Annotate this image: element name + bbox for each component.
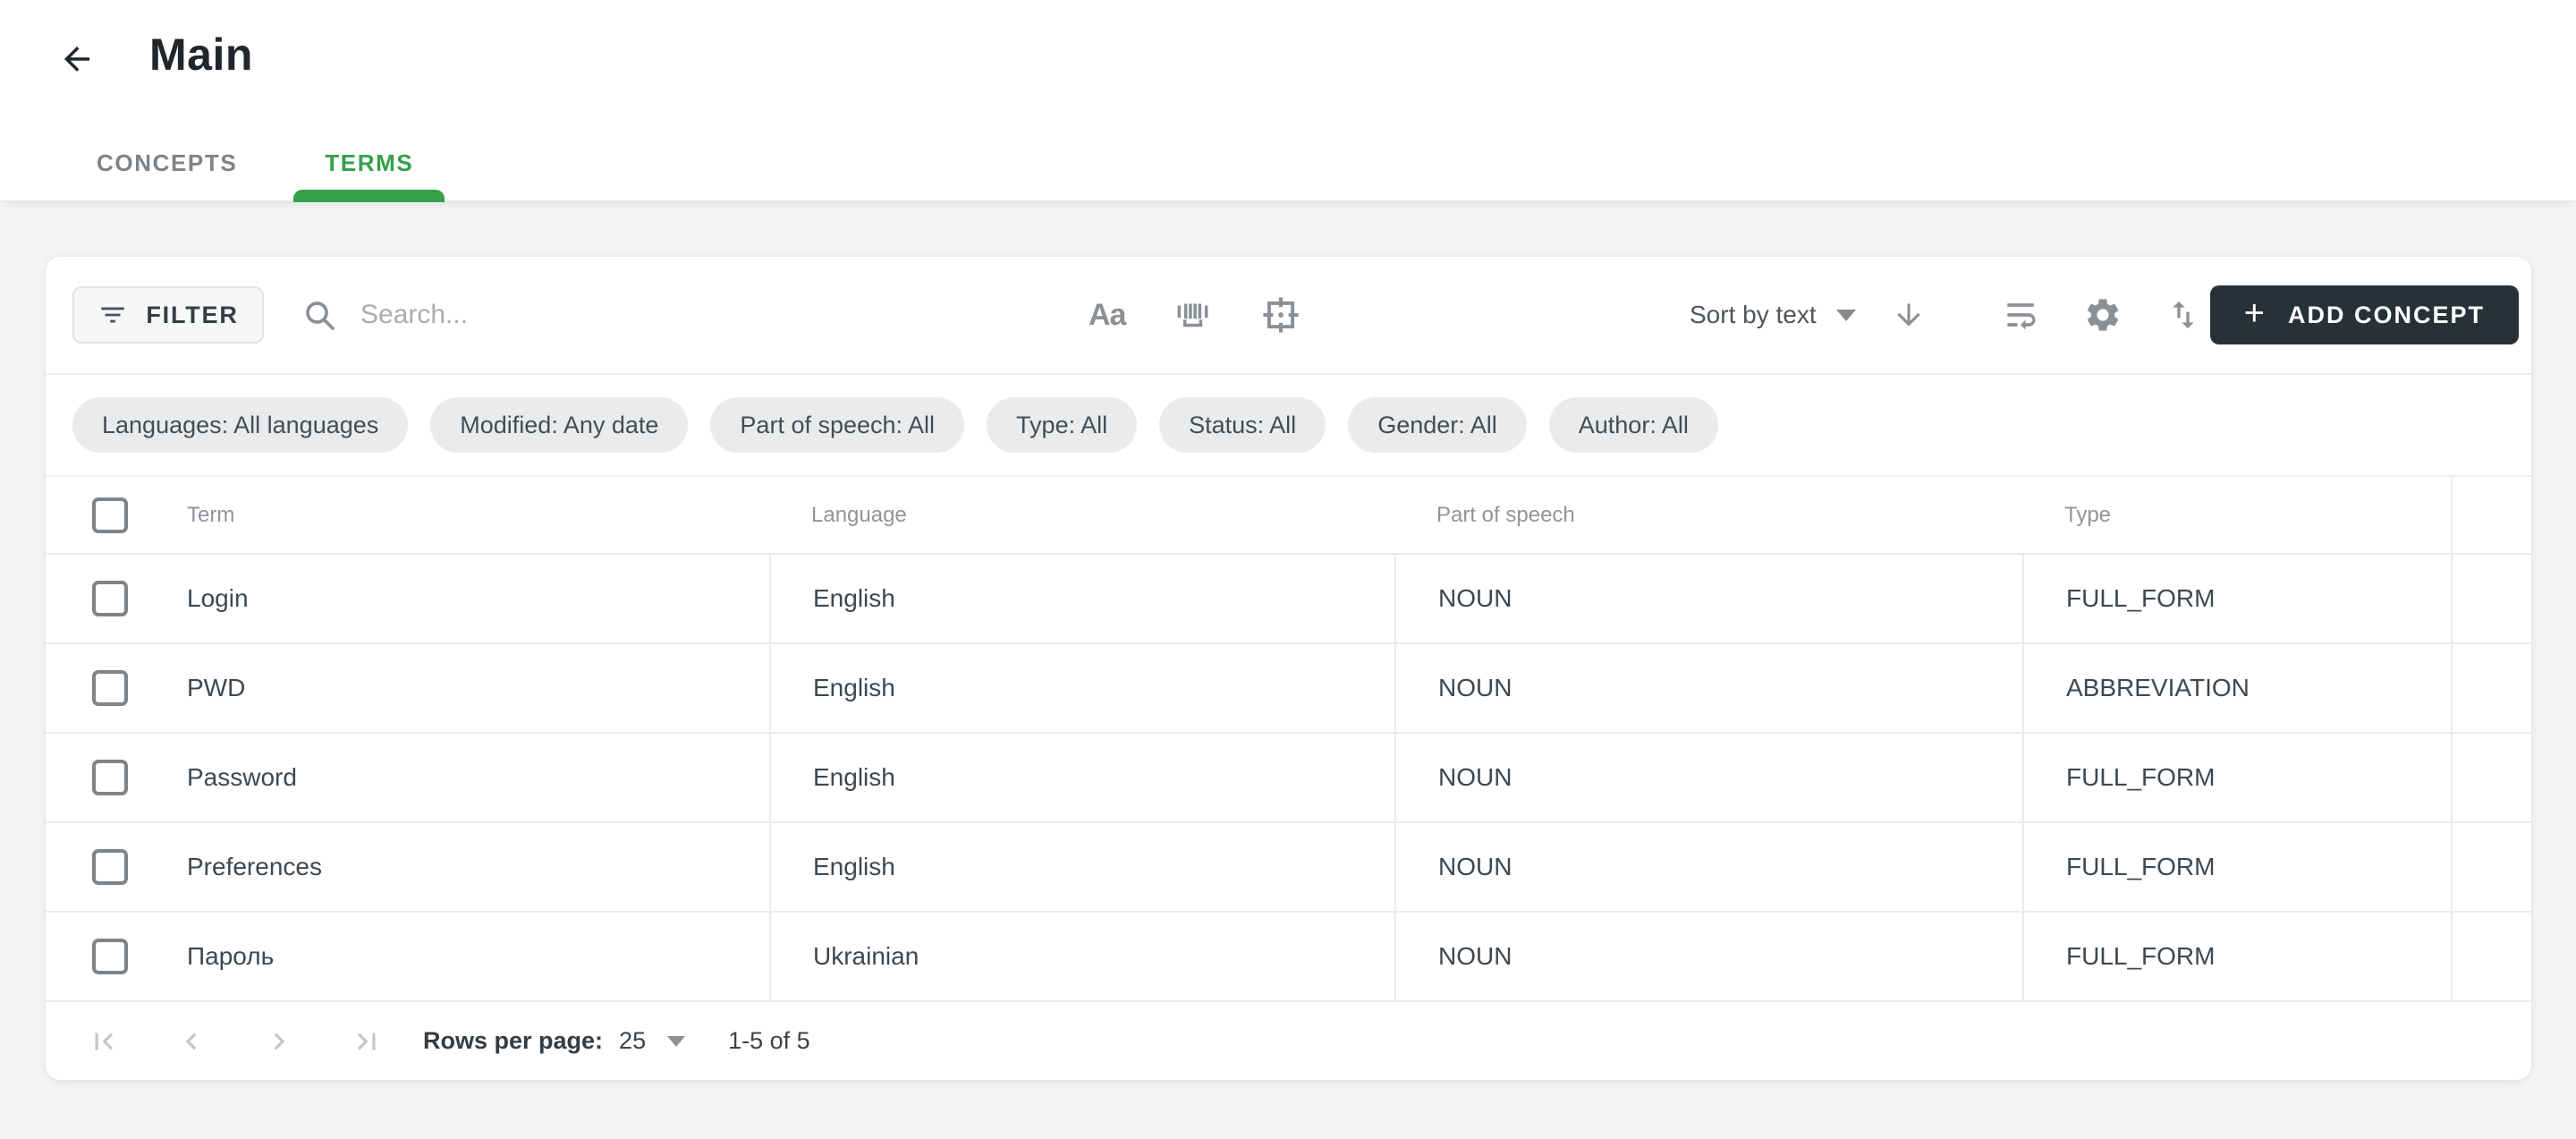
table-header: Term Language Part of speech Type: [46, 477, 2531, 553]
view-option-icons: [2001, 295, 2201, 335]
filter-button-label: FILTER: [146, 302, 238, 329]
chip-status[interactable]: Status: All: [1159, 397, 1326, 453]
settings-gear-button[interactable]: [2083, 295, 2123, 335]
row-spacer-cell: [2451, 734, 2531, 821]
term-cell: Пароль: [187, 942, 274, 971]
column-header-spacer: [2451, 477, 2531, 553]
row-spacer-cell: [2451, 644, 2531, 732]
swap-vertical-button[interactable]: [2165, 297, 2201, 333]
term-cell: Login: [187, 584, 249, 613]
language-cell: English: [769, 823, 1394, 911]
pos-cell: NOUN: [1394, 555, 2022, 642]
sort-by-select[interactable]: Sort by text: [1690, 301, 1817, 329]
column-header-term: Term: [187, 503, 234, 528]
row-spacer-cell: [2451, 913, 2531, 1000]
chip-modified[interactable]: Modified: Any date: [430, 397, 688, 453]
row-spacer-cell: [2451, 555, 2531, 642]
exact-selection-button[interactable]: [1259, 293, 1302, 336]
row-checkbox[interactable]: [92, 849, 128, 885]
search-option-icons: Aa: [1089, 293, 1302, 336]
row-checkbox[interactable]: [92, 760, 128, 795]
row-checkbox[interactable]: [92, 670, 128, 706]
pos-cell: NOUN: [1394, 644, 2022, 732]
next-page-button[interactable]: [262, 1024, 296, 1058]
chip-type[interactable]: Type: All: [987, 397, 1137, 453]
sort-cluster: Sort by text: [1690, 298, 1926, 332]
previous-page-button[interactable]: [174, 1024, 208, 1058]
term-cell: PWD: [187, 674, 245, 702]
type-cell: FULL_FORM: [2022, 823, 2451, 911]
table-row[interactable]: Пароль Ukrainian NOUN FULL_FORM: [46, 911, 2531, 1000]
table-row[interactable]: PWD English NOUN ABBREVIATION: [46, 642, 2531, 732]
select-all-checkbox[interactable]: [92, 497, 128, 533]
pagination-bar: Rows per page: 25 1-5 of 5: [46, 1000, 2531, 1080]
back-arrow-icon: [58, 40, 96, 78]
app-header: Main CONCEPTS TERMS: [0, 0, 2576, 202]
pos-cell: NOUN: [1394, 734, 2022, 821]
chip-part-of-speech[interactable]: Part of speech: All: [710, 397, 964, 453]
pagination-range: 1-5 of 5: [728, 1027, 810, 1055]
search-input[interactable]: [360, 300, 915, 330]
chip-languages[interactable]: Languages: All languages: [72, 397, 408, 453]
pos-cell: NOUN: [1394, 913, 2022, 1000]
term-cell: Password: [187, 763, 297, 792]
back-button[interactable]: [55, 38, 98, 81]
column-header-type: Type: [2022, 503, 2451, 528]
row-checkbox[interactable]: [92, 939, 128, 974]
filter-funnel-icon: [97, 300, 128, 330]
pos-cell: NOUN: [1394, 823, 2022, 911]
table-row[interactable]: Login English NOUN FULL_FORM: [46, 553, 2531, 642]
toolbar: FILTER Aa: [46, 257, 2531, 375]
sort-direction-button[interactable]: [1892, 298, 1926, 332]
column-header-language: Language: [769, 503, 1394, 528]
table-row[interactable]: Password English NOUN FULL_FORM: [46, 732, 2531, 821]
tab-terms[interactable]: TERMS: [293, 123, 445, 202]
type-cell: FULL_FORM: [2022, 734, 2451, 821]
term-cell: Preferences: [187, 853, 322, 881]
search-icon: [301, 297, 337, 333]
whole-word-button[interactable]: [1172, 294, 1213, 336]
add-concept-label: ADD CONCEPT: [2288, 302, 2485, 329]
table-row[interactable]: Preferences English NOUN FULL_FORM: [46, 821, 2531, 911]
language-cell: Ukrainian: [769, 913, 1394, 1000]
last-page-button[interactable]: [350, 1024, 384, 1058]
rows-per-page-label: Rows per page:: [423, 1027, 603, 1055]
rows-per-page-select[interactable]: 25: [619, 1027, 646, 1055]
type-cell: FULL_FORM: [2022, 555, 2451, 642]
wrap-text-button[interactable]: [2001, 295, 2040, 335]
filter-chips-row: Languages: All languages Modified: Any d…: [46, 375, 2531, 477]
sort-caret-icon[interactable]: [1836, 310, 1856, 321]
chip-gender[interactable]: Gender: All: [1348, 397, 1527, 453]
terms-panel: FILTER Aa: [46, 257, 2531, 1080]
column-header-pos: Part of speech: [1394, 503, 2022, 528]
search-box: [301, 297, 915, 333]
add-concept-button[interactable]: + ADD CONCEPT: [2210, 285, 2519, 344]
language-cell: English: [769, 734, 1394, 821]
row-spacer-cell: [2451, 823, 2531, 911]
rows-per-page-caret-icon[interactable]: [667, 1036, 685, 1047]
type-cell: ABBREVIATION: [2022, 644, 2451, 732]
language-cell: English: [769, 555, 1394, 642]
type-cell: FULL_FORM: [2022, 913, 2451, 1000]
row-checkbox[interactable]: [92, 581, 128, 616]
page-title: Main: [149, 29, 253, 81]
tab-bar: CONCEPTS TERMS: [65, 123, 445, 202]
match-case-button[interactable]: Aa: [1089, 298, 1125, 333]
first-page-button[interactable]: [87, 1024, 121, 1058]
language-cell: English: [769, 644, 1394, 732]
filter-button[interactable]: FILTER: [72, 286, 264, 344]
chip-author[interactable]: Author: All: [1549, 397, 1718, 453]
plus-icon: +: [2244, 293, 2267, 334]
tab-concepts[interactable]: CONCEPTS: [65, 123, 268, 202]
